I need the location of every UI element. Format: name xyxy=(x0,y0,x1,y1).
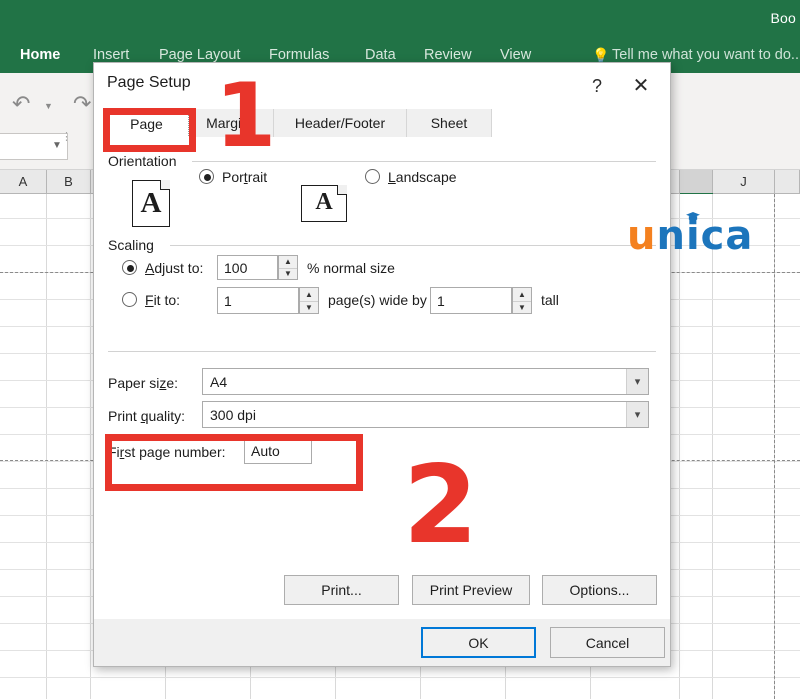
cancel-button[interactable]: Cancel xyxy=(550,627,665,658)
annotation-number-1: 1 xyxy=(215,64,277,167)
spinner-up-icon[interactable]: ▲ xyxy=(513,288,531,301)
dialog-title-bar: Page Setup ? ✕ xyxy=(94,63,670,109)
print-quality-label: Print quality: xyxy=(108,408,186,424)
tab-page[interactable]: Page xyxy=(104,109,189,138)
fit-to-tall-text: tall xyxy=(541,292,559,308)
adjust-to-input[interactable]: 100 xyxy=(217,255,278,280)
fit-to-wide-input[interactable]: 1 xyxy=(217,287,299,314)
dialog-tab-strip[interactable]: Page Margins Header/Footer Sheet xyxy=(94,109,670,138)
column-header-a[interactable]: A xyxy=(0,170,47,193)
unica-logo-nica: nica xyxy=(656,213,754,259)
close-icon[interactable]: ✕ xyxy=(622,72,660,100)
redo-arrow-icon[interactable]: ↷ xyxy=(73,91,91,117)
ribbon-tab-page-layout[interactable]: Page Layout xyxy=(159,47,240,63)
unica-logo-u: u xyxy=(627,213,657,259)
portrait-radio-label[interactable]: Portrait xyxy=(222,169,267,185)
scaling-group-label: Scaling xyxy=(108,237,160,253)
fit-to-label[interactable]: Fit to: xyxy=(145,292,180,308)
portrait-page-icon: A xyxy=(132,180,170,227)
landscape-radio[interactable] xyxy=(365,169,380,184)
column-header-b[interactable]: B xyxy=(47,170,91,193)
dialog-body-page-tab: Orientation A Portrait A Landscape Scali… xyxy=(94,137,670,619)
fit-to-middle-text: page(s) wide by xyxy=(328,292,427,308)
column-header-selected[interactable] xyxy=(680,170,713,193)
ribbon-drag-handle[interactable]: ⋮ xyxy=(61,132,72,143)
spinner-up-icon[interactable]: ▲ xyxy=(300,288,318,301)
portrait-radio[interactable] xyxy=(199,169,214,184)
tab-header-footer[interactable]: Header/Footer xyxy=(274,109,407,137)
portrait-radio-dot xyxy=(204,174,211,181)
ok-button[interactable]: OK xyxy=(421,627,536,658)
fit-to-tall-spinner[interactable]: ▲ ▼ xyxy=(512,287,532,314)
options-button[interactable]: Options... xyxy=(542,575,657,605)
ribbon-tab-review[interactable]: Review xyxy=(424,47,472,63)
ribbon-tab-home[interactable]: Home xyxy=(20,47,60,63)
page-break-line-vertical xyxy=(774,194,775,699)
adjust-to-suffix: % normal size xyxy=(307,260,395,276)
fit-to-tall-input[interactable]: 1 xyxy=(430,287,512,314)
adjust-to-radio-dot xyxy=(127,265,134,272)
spinner-down-icon[interactable]: ▼ xyxy=(279,267,297,280)
excel-title-bar: Boo xyxy=(0,0,800,40)
ribbon-tab-data[interactable]: Data xyxy=(365,47,396,63)
first-page-number-input[interactable]: Auto xyxy=(244,438,312,464)
graduation-cap-icon xyxy=(686,212,700,221)
chevron-down-icon[interactable]: ▾ xyxy=(626,402,648,427)
tell-me-search-box[interactable]: Tell me what you want to do... xyxy=(612,47,800,63)
print-button[interactable]: Print... xyxy=(284,575,399,605)
landscape-page-icon: A xyxy=(301,185,347,222)
undo-dropdown-caret-icon[interactable]: ▼ xyxy=(44,101,53,111)
chevron-down-icon[interactable]: ▾ xyxy=(626,369,648,394)
adjust-to-label[interactable]: Adjust to: xyxy=(145,260,203,276)
dialog-footer: OK Cancel xyxy=(94,619,670,666)
print-preview-button[interactable]: Print Preview xyxy=(412,575,530,605)
dialog-title: Page Setup xyxy=(107,74,191,91)
tab-sheet[interactable]: Sheet xyxy=(407,109,492,137)
spinner-up-icon[interactable]: ▲ xyxy=(279,256,297,268)
undo-arrow-icon[interactable]: ↶ xyxy=(12,91,30,117)
group-divider xyxy=(170,245,656,246)
orientation-group-label: Orientation xyxy=(108,153,183,169)
landscape-radio-label[interactable]: Landscape xyxy=(388,169,457,185)
workbook-title: Boo xyxy=(770,10,796,26)
ribbon-tab-insert[interactable]: Insert xyxy=(93,47,129,63)
page-setup-dialog: Page Setup ? ✕ Page Margins Header/Foote… xyxy=(93,62,671,667)
paper-size-label: Paper size: xyxy=(108,375,179,391)
adjust-to-radio[interactable] xyxy=(122,260,137,275)
column-header-k[interactable] xyxy=(775,170,800,193)
section-divider xyxy=(108,351,656,352)
fit-to-wide-spinner[interactable]: ▲ ▼ xyxy=(299,287,319,314)
ribbon-tab-formulas[interactable]: Formulas xyxy=(269,47,329,63)
paper-size-combobox[interactable]: A4 ▾ xyxy=(202,368,649,395)
fit-to-radio[interactable] xyxy=(122,292,137,307)
spinner-down-icon[interactable]: ▼ xyxy=(300,300,318,314)
first-page-number-label: First page number: xyxy=(108,444,226,460)
column-header-j[interactable]: J xyxy=(713,170,775,193)
print-quality-combobox[interactable]: 300 dpi ▾ xyxy=(202,401,649,428)
spinner-down-icon[interactable]: ▼ xyxy=(513,300,531,314)
adjust-to-spinner[interactable]: ▲ ▼ xyxy=(278,255,298,280)
unica-watermark-logo: unica xyxy=(627,212,754,259)
ribbon-tab-view[interactable]: View xyxy=(500,47,531,63)
annotation-number-2: 2 xyxy=(403,443,479,568)
help-icon[interactable]: ? xyxy=(580,72,614,100)
